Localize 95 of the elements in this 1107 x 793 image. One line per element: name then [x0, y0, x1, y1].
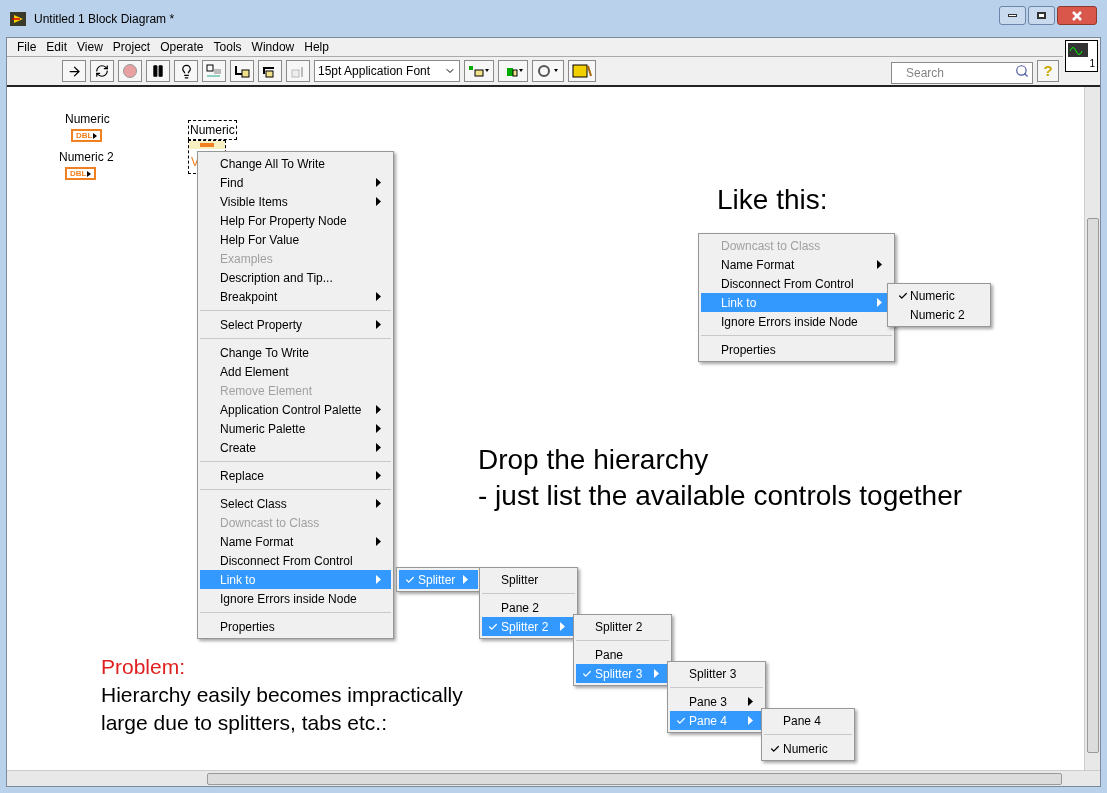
submenu-arrow-icon [376, 178, 381, 187]
menu-item[interactable]: Numeric 2 [890, 305, 988, 324]
submenu-arrow-icon [376, 424, 381, 433]
check-icon [488, 621, 498, 632]
menu-item[interactable]: Application Control Palette [200, 400, 391, 419]
close-icon [1071, 10, 1083, 21]
menu-item[interactable]: Numeric [890, 286, 988, 305]
menu-bar-item[interactable]: Project [112, 38, 151, 56]
probe-icon[interactable] [202, 60, 226, 82]
pause-icon[interactable] [146, 60, 170, 82]
check-icon [676, 715, 686, 726]
font-select[interactable]: 15pt Application Font [314, 60, 460, 82]
arrow-icon [87, 170, 92, 177]
submenu-arrow-icon [376, 320, 381, 329]
menu-item[interactable]: Visible Items [200, 192, 391, 211]
menu-bar-item[interactable]: Tools [213, 38, 242, 56]
reorder-icon[interactable] [532, 60, 564, 82]
vertical-scrollbar[interactable] [1084, 87, 1100, 770]
menu-item[interactable]: Pane 4 [764, 711, 852, 730]
step-into-icon[interactable] [230, 60, 254, 82]
menu-item[interactable]: Change All To Write [200, 154, 391, 173]
menu-item[interactable]: Breakpoint [200, 287, 391, 306]
menu-item[interactable]: Pane [576, 645, 669, 664]
check-icon [405, 574, 415, 585]
search-icon [1015, 64, 1029, 78]
problem-heading: Problem: [101, 654, 187, 680]
submenu-arrow-icon [376, 537, 381, 546]
menu-item[interactable]: Numeric [764, 739, 852, 758]
align-icon[interactable] [464, 60, 494, 82]
connector-pane-icon[interactable]: 1 [1065, 40, 1098, 72]
submenu-arrow-icon [376, 499, 381, 508]
search-field[interactable]: Search [891, 62, 1033, 84]
menu-item[interactable]: Add Element [200, 362, 391, 381]
menu-bar-item[interactable]: Help [304, 38, 329, 56]
submenu-arrow-icon [877, 260, 882, 269]
arrow-icon [93, 132, 98, 139]
menu-item[interactable]: Disconnect From Control [200, 551, 391, 570]
note-text: Drop the hierarchy [478, 443, 710, 477]
submenu-arrow-icon [748, 697, 753, 706]
check-icon [582, 668, 592, 679]
submenu-arrow-icon [654, 669, 659, 678]
note-text: large due to splitters, tabs etc.: [101, 710, 388, 736]
menu-item[interactable]: Ignore Errors inside Node [200, 589, 391, 608]
menu-bar-item[interactable]: Edit [46, 38, 68, 56]
menu-item[interactable]: Help For Property Node [200, 211, 391, 230]
menu-item[interactable]: Splitter 3 [670, 664, 763, 683]
example-heading: Like this: [717, 183, 828, 217]
control-label: Numeric [65, 111, 110, 128]
close-button[interactable] [1057, 6, 1097, 25]
minimize-button[interactable] [999, 6, 1026, 25]
menu-item[interactable]: Properties [200, 617, 391, 636]
check-icon [898, 290, 908, 301]
check-icon [770, 743, 780, 754]
menu-item[interactable]: Splitter [482, 570, 575, 589]
control-label: Numeric 2 [59, 149, 114, 166]
menu-bar-item[interactable]: Window [251, 38, 295, 56]
menu-item[interactable]: Splitter 2 [576, 617, 669, 636]
submenu-arrow-icon [376, 471, 381, 480]
menu-bar-item[interactable]: Operate [160, 38, 204, 56]
lightbulb-icon[interactable] [174, 60, 198, 82]
menu-item[interactable]: Replace [200, 466, 391, 485]
menu-bar-item[interactable]: View [77, 38, 103, 56]
menu-item[interactable]: Select Property [200, 315, 391, 334]
menu-item[interactable]: Name Format [200, 532, 391, 551]
window-title: Untitled 1 Block Diagram * [34, 10, 175, 28]
run-continuously-icon[interactable] [90, 60, 114, 82]
menu-bar-item[interactable]: File [17, 38, 37, 56]
menu-item[interactable]: Numeric Palette [200, 419, 391, 438]
submenu-arrow-icon [376, 405, 381, 414]
menu-item[interactable]: Select Class [200, 494, 391, 513]
submenu-arrow-icon [376, 575, 381, 584]
submenu-arrow-icon [376, 197, 381, 206]
menu-item[interactable]: Pane 3 [670, 692, 763, 711]
submenu-arrow-icon [376, 443, 381, 452]
app-icon [10, 10, 26, 27]
horizontal-scrollbar[interactable] [7, 770, 1100, 786]
distribute-icon[interactable] [498, 60, 528, 82]
step-over-icon[interactable] [258, 60, 282, 82]
submenu-arrow-icon [877, 298, 882, 307]
maximize-button[interactable] [1028, 6, 1055, 25]
submenu-arrow-icon [748, 716, 753, 725]
submenu-arrow-icon [463, 575, 468, 584]
menu-item[interactable]: Name Format [701, 255, 892, 274]
menu-item[interactable]: Properties [701, 340, 892, 359]
note-text: - just list the available controls together [478, 479, 963, 513]
menu-item[interactable]: Create [200, 438, 391, 457]
cleanup-icon[interactable] [568, 60, 596, 82]
menu-item[interactable]: Change To Write [200, 343, 391, 362]
menu-item[interactable]: Description and Tip... [200, 268, 391, 287]
note-text: Hierarchy easily becomes impractically [101, 682, 463, 708]
menu-item[interactable]: Find [200, 173, 391, 192]
menu-item[interactable]: Pane 2 [482, 598, 575, 617]
menu-item[interactable]: Help For Value [200, 230, 391, 249]
submenu-arrow-icon [560, 622, 565, 631]
submenu-arrow-icon [376, 292, 381, 301]
